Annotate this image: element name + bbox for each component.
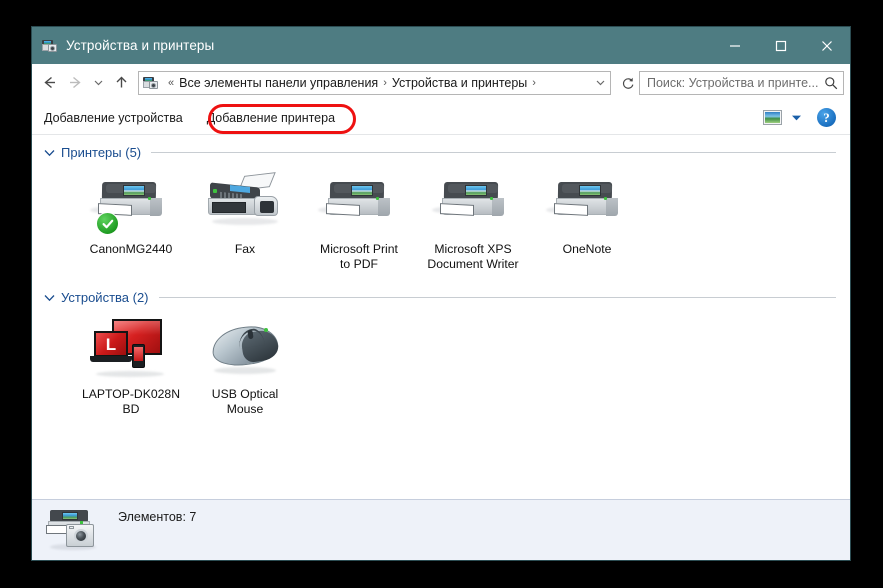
refresh-icon[interactable] [617, 71, 639, 95]
breadcrumb[interactable]: « Все элементы панели управления › Устро… [138, 71, 611, 95]
window-title: Устройства и принтеры [66, 38, 712, 53]
group-header-printers[interactable]: Принтеры (5) [32, 135, 850, 164]
items-view: Принтеры (5) C [32, 135, 850, 499]
view-options-icon[interactable] [763, 110, 782, 125]
maximize-button[interactable] [758, 27, 804, 64]
group-divider [151, 152, 836, 153]
group-title-devices: Устройства (2) [61, 290, 149, 305]
item-label: Microsoft Print to PDF [320, 242, 398, 272]
back-arrow-icon[interactable] [36, 69, 62, 97]
item-label: LAPTOP-DK028N BD [82, 387, 180, 417]
close-button[interactable] [804, 27, 850, 64]
item-microsoft-xps-document-writer[interactable]: Microsoft XPS Document Writer [416, 164, 530, 272]
breadcrumb-separator-end[interactable]: › [532, 77, 536, 89]
address-chevron-down-icon[interactable] [590, 77, 610, 88]
group-header-devices[interactable]: Устройства (2) [32, 272, 850, 309]
status-bar: Элементов: 7 [32, 499, 850, 560]
item-count-label: Элементов: 7 [118, 510, 196, 524]
title-bar: Устройства и принтеры [32, 27, 850, 64]
printer-icon [316, 172, 402, 234]
printers-tile-row: CanonMG2440 Fax [32, 164, 850, 272]
search-icon[interactable] [819, 76, 843, 90]
recent-locations-chevron-down-icon[interactable] [88, 69, 108, 97]
item-onenote[interactable]: OneNote [530, 164, 644, 272]
view-chevron-down-icon[interactable] [785, 114, 807, 122]
up-arrow-icon[interactable] [108, 69, 134, 97]
breadcrumb-overflow[interactable]: « [168, 77, 174, 89]
item-label: Fax [235, 242, 255, 257]
group-chevron-down-icon[interactable] [44, 294, 55, 302]
group-title-printers: Принтеры (5) [61, 145, 141, 160]
devices-tile-row: L LAPTOP-DK028N BD USB Optical Mouse [32, 309, 850, 417]
item-label: Microsoft XPS Document Writer [427, 242, 518, 272]
devices-and-printers-icon [46, 508, 102, 552]
item-fax[interactable]: Fax [188, 164, 302, 272]
help-button[interactable]: ? [817, 108, 836, 127]
add-device-button[interactable]: Добавление устройства [32, 105, 195, 131]
minimize-button[interactable] [712, 27, 758, 64]
devices-and-printers-icon [42, 38, 58, 54]
command-bar: Добавление устройства Добавление принтер… [32, 101, 850, 135]
printer-icon [430, 172, 516, 234]
default-printer-badge-icon [96, 212, 119, 235]
printer-icon [544, 172, 630, 234]
item-laptop-dk028nbd[interactable]: L LAPTOP-DK028N BD [74, 309, 188, 417]
devices-and-printers-window: Устройства и принтеры [31, 26, 851, 561]
group-chevron-down-icon[interactable] [44, 149, 55, 157]
mouse-icon [202, 317, 288, 379]
group-divider [159, 297, 836, 298]
search-placeholder: Поиск: Устройства и принте... [640, 76, 819, 90]
printer-icon [88, 172, 174, 234]
add-printer-button[interactable]: Добавление принтера [195, 105, 347, 131]
item-label: USB Optical Mouse [212, 387, 278, 417]
computer-icon: L [88, 317, 174, 379]
item-label: CanonMG2440 [90, 242, 173, 257]
breadcrumb-separator: › [383, 77, 387, 89]
item-usb-optical-mouse[interactable]: USB Optical Mouse [188, 309, 302, 417]
fax-icon [202, 172, 288, 234]
search-input[interactable]: Поиск: Устройства и принте... [639, 71, 844, 95]
item-label: OneNote [563, 242, 612, 257]
forward-arrow-icon [62, 69, 88, 97]
breadcrumb-item-control-panel[interactable]: Все элементы панели управления [179, 76, 378, 90]
item-canonmg2440[interactable]: CanonMG2440 [74, 164, 188, 272]
address-bar: « Все элементы панели управления › Устро… [32, 64, 850, 101]
breadcrumb-item-devices-and-printers[interactable]: Устройства и принтеры [392, 76, 527, 90]
item-microsoft-print-to-pdf[interactable]: Microsoft Print to PDF [302, 164, 416, 272]
location-devices-and-printers-icon [143, 75, 159, 91]
